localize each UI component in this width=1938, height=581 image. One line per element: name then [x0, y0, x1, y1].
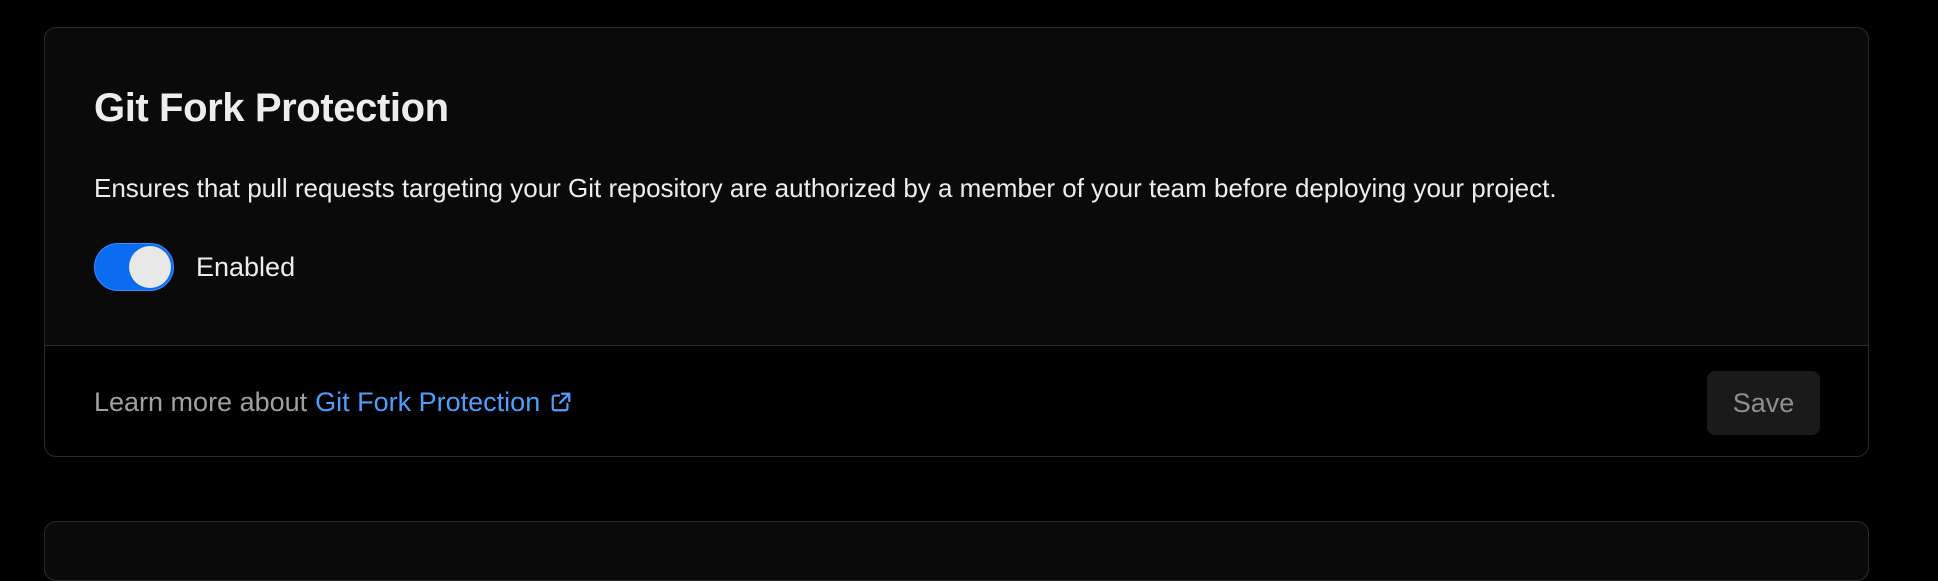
section-description: Ensures that pull requests targeting you…	[94, 173, 1557, 203]
toggle-knob	[129, 246, 171, 288]
section-title: Git Fork Protection	[94, 86, 449, 130]
git-fork-protection-card: Git Fork Protection Ensures that pull re…	[44, 27, 1869, 457]
card-footer: Learn more about Git Fork Protection Sav…	[45, 345, 1868, 456]
next-section-card	[44, 521, 1869, 581]
enabled-toggle-row: Enabled	[94, 242, 295, 292]
enabled-toggle-switch[interactable]	[94, 243, 174, 291]
learn-more-prefix: Learn more about	[94, 386, 308, 417]
card-body: Git Fork Protection Ensures that pull re…	[45, 28, 1868, 345]
learn-more-text: Learn more about Git Fork Protection	[94, 346, 572, 456]
learn-more-link[interactable]: Git Fork Protection	[315, 387, 572, 418]
external-link-icon	[551, 392, 571, 412]
toggle-label: Enabled	[196, 251, 296, 282]
save-button[interactable]: Save	[1707, 371, 1820, 435]
learn-more-link-label: Git Fork Protection	[315, 386, 541, 417]
